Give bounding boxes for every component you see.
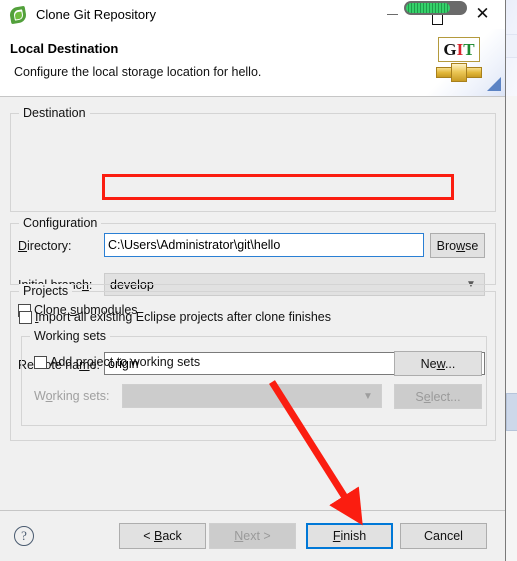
dialog-footer: ? < Back Next > Finish Cancel <box>0 510 505 561</box>
git-logo-pipe-right <box>466 67 482 78</box>
add-project-to-working-sets-row[interactable]: Add project to working sets <box>34 355 200 369</box>
import-projects-checkbox[interactable] <box>19 310 32 324</box>
back-button[interactable]: < Back <box>119 523 206 549</box>
projects-group: Projects Import all existing Eclipse pro… <box>10 284 496 441</box>
projects-group-title: Projects <box>19 284 73 298</box>
select-working-set-label: Select... <box>415 389 461 404</box>
import-projects-label: Import all existing Eclipse projects aft… <box>35 310 331 324</box>
dialog-header: Local Destination Configure the local st… <box>0 29 505 97</box>
import-projects-checkbox-row[interactable]: Import all existing Eclipse projects aft… <box>19 310 331 324</box>
git-logo-plate: GIT <box>438 37 480 62</box>
working-sets-group-title: Working sets <box>30 329 111 343</box>
header-corner-accent <box>487 77 501 91</box>
working-sets-combo[interactable]: ▼ <box>122 384 382 408</box>
new-working-set-label: New... <box>420 356 456 371</box>
close-icon: ✕ <box>475 4 490 24</box>
add-project-label: Add project to working sets <box>50 355 201 369</box>
minimize-icon <box>387 14 398 15</box>
next-button[interactable]: Next > <box>209 523 296 549</box>
clone-git-repository-dialog: Clone Git Repository ✕ Local Destination… <box>0 0 506 561</box>
select-working-set-button[interactable]: Select... <box>394 384 482 409</box>
page-description: Configure the local storage location for… <box>14 65 262 79</box>
finish-button-label: Finish <box>332 529 367 543</box>
window-title: Clone Git Repository <box>36 7 156 22</box>
git-logo-pipe-center <box>451 63 467 82</box>
cancel-button-label: Cancel <box>424 529 463 543</box>
git-logo-g: G <box>443 39 457 59</box>
help-button[interactable]: ? <box>14 526 34 546</box>
working-sets-label: Working sets: <box>34 389 110 403</box>
next-button-label: Next > <box>234 529 271 543</box>
close-button[interactable]: ✕ <box>460 0 505 29</box>
add-project-checkbox[interactable] <box>34 355 47 369</box>
recording-progress-indicator[interactable] <box>404 1 467 15</box>
page-title: Local Destination <box>10 41 119 56</box>
dialog-titlebar[interactable]: Clone Git Repository ✕ <box>0 0 505 29</box>
working-sets-group: Working sets Add project to working sets… <box>21 329 487 426</box>
configuration-group: Configuration <box>10 216 496 285</box>
chevron-down-icon[interactable]: ▼ <box>355 391 381 402</box>
question-mark-icon: ? <box>21 528 27 543</box>
header-banner-art: GIT <box>425 29 505 96</box>
destination-group: Destination <box>10 106 496 212</box>
git-logo-t: T <box>463 39 475 59</box>
new-working-set-button[interactable]: New... <box>394 351 482 376</box>
back-button-label: < Back <box>143 529 182 543</box>
progress-bar-fill <box>406 3 450 13</box>
cancel-button[interactable]: Cancel <box>400 523 487 549</box>
maximize-icon <box>432 14 443 25</box>
eclipse-leaf-icon <box>8 5 28 24</box>
git-logo-pipe-left <box>436 67 452 78</box>
configuration-group-title: Configuration <box>19 216 102 230</box>
git-logo-i: I <box>456 39 464 59</box>
dialog-body: Destination Directory: C:\Users\Administ… <box>0 97 505 512</box>
background-scrollbar-thumb[interactable] <box>506 393 517 431</box>
destination-group-title: Destination <box>19 106 90 120</box>
finish-button[interactable]: Finish <box>306 523 393 549</box>
git-logo-icon: GIT <box>435 35 483 85</box>
